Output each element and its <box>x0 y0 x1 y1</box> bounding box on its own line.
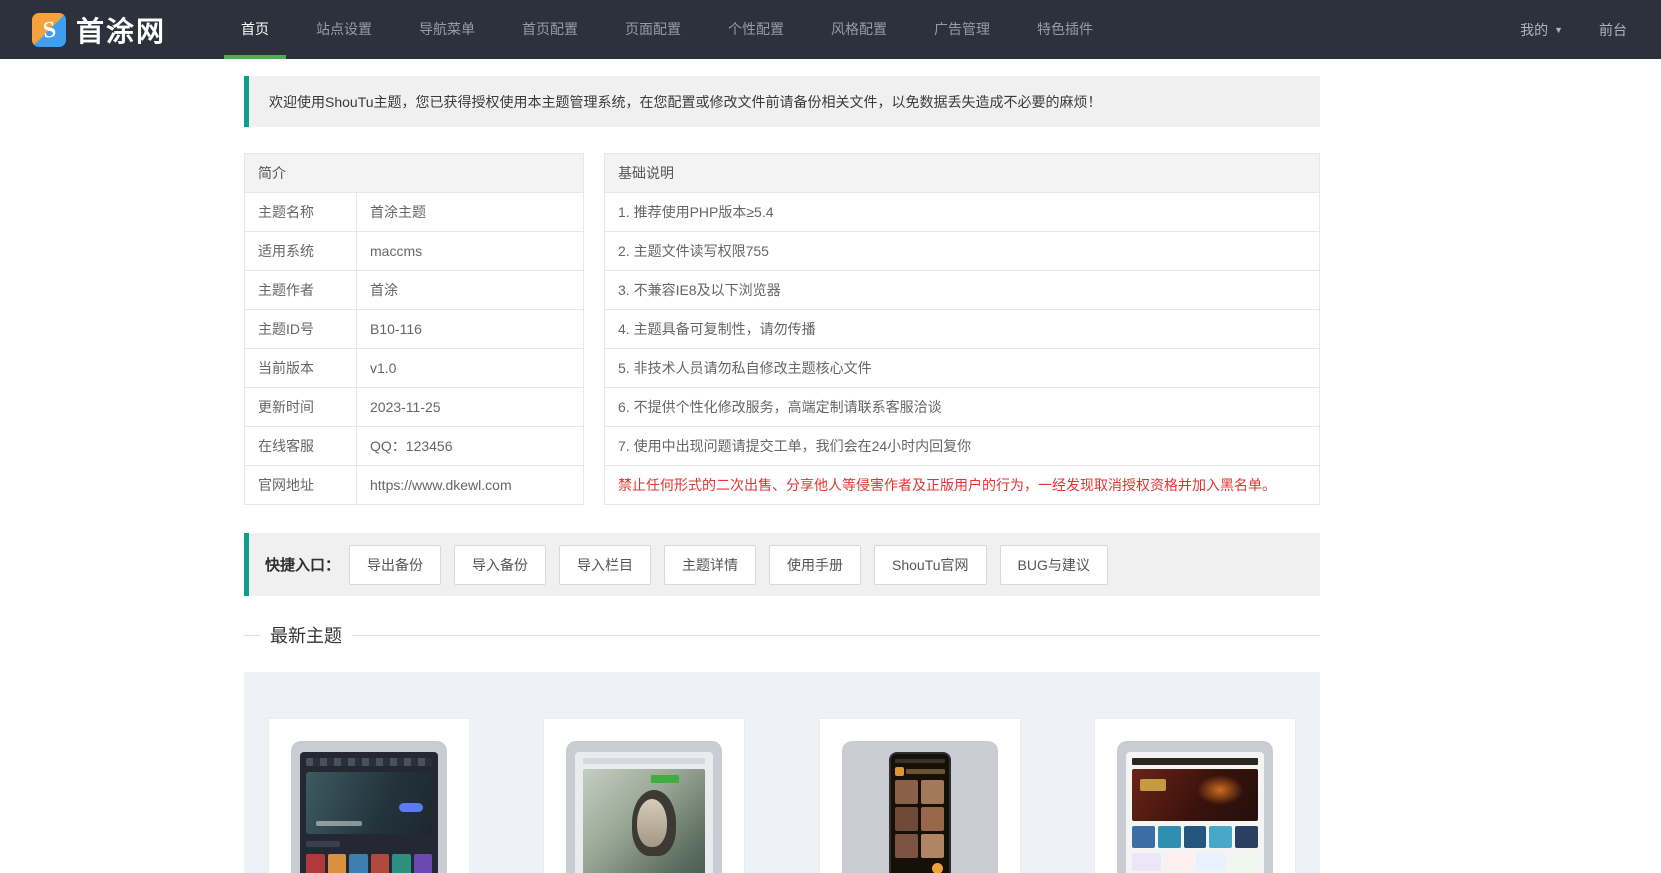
theme-card-1[interactable] <box>268 718 470 873</box>
main-nav: 首页 站点设置 导航菜单 首页配置 页面配置 个性配置 风格配置 广告管理 特色插件 <box>224 0 1123 59</box>
theme-card-3[interactable] <box>818 718 1021 873</box>
notes-table-row: 2. 主题文件读写权限755 <box>604 231 1320 271</box>
latest-themes-panel <box>244 672 1320 873</box>
mobile-app-theme-thumbnail <box>841 741 998 873</box>
theme-card-2[interactable] <box>543 718 746 873</box>
nav-item-3[interactable]: 导航菜单 <box>402 0 492 59</box>
notes-row-text: 2. 主题文件读写权限755 <box>604 231 1320 271</box>
main-content: 欢迎使用ShouTu主题，您已获得授权使用本主题管理系统，在您配置或修改文件前请… <box>244 76 1320 873</box>
latest-themes-title: 最新主题 <box>270 626 342 646</box>
nav-item-2[interactable]: 站点设置 <box>299 0 389 59</box>
notes-table-title: 基础说明 <box>604 153 1320 193</box>
intro-row-value: v1.0 <box>356 348 584 388</box>
intro-table-body: 主题名称 首涂主题 适用系统 maccms 主题作者 首涂 主题ID号 B10-116 当前版本… <box>244 192 584 505</box>
quick-entry-buttons: 导出备份 导入备份 导入栏目 主题详情 使用手册 ShouTu官网 BUG与建议 <box>349 544 1121 585</box>
my-dropdown-label: 我的 <box>1520 21 1549 38</box>
intro-row-value: B10-116 <box>356 309 584 349</box>
intro-row-value: 2023-11-25 <box>356 387 584 427</box>
heading-divider-left <box>244 634 260 636</box>
notes-table-row: 3. 不兼容IE8及以下浏览器 <box>604 270 1320 310</box>
notes-warning-row: 禁止任何形式的二次出售、分享他人等侵害作者及正版用户的行为，一经发现取消授权资格… <box>604 465 1320 505</box>
notes-table: 基础说明 1. 推荐使用PHP版本≥5.4 2. 主题文件读写权限755 3. 不兼… <box>604 153 1320 505</box>
notes-table-row: 1. 推荐使用PHP版本≥5.4 <box>604 192 1320 232</box>
nav-item-6[interactable]: 个性配置 <box>711 0 801 59</box>
notes-row-text: 3. 不兼容IE8及以下浏览器 <box>604 270 1320 310</box>
intro-table-row: 主题ID号 B10-116 <box>244 309 584 349</box>
video-player-theme-thumbnail <box>566 741 723 873</box>
logo-text: 首涂网 <box>76 16 167 48</box>
navbar: S 首涂网 首页 站点设置 导航菜单 首页配置 页面配置 个性配置 风格配置 广告管理 特色插件… <box>0 0 1661 59</box>
nav-item-9[interactable]: 特色插件 <box>1020 0 1110 59</box>
quick-entry-bar: 快捷入口： 导出备份 导入备份 导入栏目 主题详情 使用手册 ShouTu官网 BUG与建议 <box>244 533 1320 596</box>
chevron-down-icon: ▼ <box>1554 24 1563 35</box>
logo[interactable]: S 首涂网 <box>32 10 166 50</box>
intro-table-title: 简介 <box>244 153 584 193</box>
notes-row-text: 6. 不提供个性化修改服务，高端定制请联系客服洽谈 <box>604 387 1320 427</box>
notes-row-text: 5. 非技术人员请勿私自修改主题核心文件 <box>604 348 1320 388</box>
intro-row-value: 首涂主题 <box>356 192 584 232</box>
notes-table-row: 4. 主题具备可复制性，请勿传播 <box>604 309 1320 349</box>
intro-table-row: 在线客服 QQ：123456 <box>244 426 584 466</box>
quick-entry-label: 快捷入口： <box>265 557 341 574</box>
nav-item-8[interactable]: 广告管理 <box>917 0 1007 59</box>
intro-row-value: QQ：123456 <box>356 426 584 466</box>
intro-row-value: maccms <box>356 231 584 271</box>
intro-row-label: 主题ID号 <box>244 309 357 349</box>
intro-table-row: 官网地址 https://www.dkewl.com <box>244 465 584 505</box>
notes-warning-text: 禁止任何形式的二次出售、分享他人等侵害作者及正版用户的行为，一经发现取消授权资格… <box>604 465 1320 505</box>
latest-themes-heading: 最新主题 <box>244 620 1320 650</box>
notes-row-text: 4. 主题具备可复制性，请勿传播 <box>604 309 1320 349</box>
brand-s-icon: S <box>32 12 66 47</box>
intro-row-label: 适用系统 <box>244 231 357 271</box>
game-portal-theme-thumbnail <box>1116 741 1273 873</box>
navbar-right: 我的 ▼ 前台 <box>1520 20 1627 40</box>
nav-item-7[interactable]: 风格配置 <box>814 0 904 59</box>
info-tables: 简介 主题名称 首涂主题 适用系统 maccms 主题作者 首涂 主题ID号 B10-116 当… <box>244 153 1320 505</box>
quick-entry-button-6[interactable]: ShouTu官网 <box>874 544 987 585</box>
intro-row-label: 当前版本 <box>244 348 357 388</box>
quick-entry-button-5[interactable]: 使用手册 <box>769 544 862 585</box>
welcome-alert: 欢迎使用ShouTu主题，您已获得授权使用本主题管理系统，在您配置或修改文件前请… <box>244 76 1320 127</box>
welcome-alert-text: 欢迎使用ShouTu主题，您已获得授权使用本主题管理系统，在您配置或修改文件前请… <box>269 93 1102 110</box>
intro-table-row: 主题作者 首涂 <box>244 270 584 310</box>
intro-row-label: 主题名称 <box>244 192 357 232</box>
intro-row-label: 主题作者 <box>244 270 357 310</box>
notes-table-body: 1. 推荐使用PHP版本≥5.4 2. 主题文件读写权限755 3. 不兼容IE8及… <box>604 192 1320 505</box>
quick-entry-button-1[interactable]: 导出备份 <box>349 544 442 585</box>
intro-row-label: 更新时间 <box>244 387 357 427</box>
my-dropdown[interactable]: 我的 ▼ <box>1520 20 1563 40</box>
quick-entry-button-2[interactable]: 导入备份 <box>454 544 547 585</box>
notes-table-row: 6. 不提供个性化修改服务，高端定制请联系客服洽谈 <box>604 387 1320 427</box>
notes-row-text: 1. 推荐使用PHP版本≥5.4 <box>604 192 1320 232</box>
intro-row-value: https://www.dkewl.com <box>356 465 584 505</box>
heading-divider-right <box>352 634 1320 636</box>
notes-row-text: 7. 使用中出现问题请提交工单，我们会在24小时内回复你 <box>604 426 1320 466</box>
intro-table-row: 主题名称 首涂主题 <box>244 192 584 232</box>
intro-row-value: 首涂 <box>356 270 584 310</box>
dark-movie-desktop-theme-thumbnail <box>291 741 447 873</box>
quick-entry-button-3[interactable]: 导入栏目 <box>559 544 652 585</box>
intro-table-row: 当前版本 v1.0 <box>244 348 584 388</box>
nav-item-5[interactable]: 页面配置 <box>608 0 698 59</box>
intro-table-row: 适用系统 maccms <box>244 231 584 271</box>
frontend-link[interactable]: 前台 <box>1599 20 1627 40</box>
nav-item-4[interactable]: 首页配置 <box>505 0 595 59</box>
quick-entry-button-7[interactable]: BUG与建议 <box>999 544 1108 585</box>
intro-row-label: 在线客服 <box>244 426 357 466</box>
nav-item-1[interactable]: 首页 <box>224 0 287 59</box>
notes-table-row: 7. 使用中出现问题请提交工单，我们会在24小时内回复你 <box>604 426 1320 466</box>
intro-table: 简介 主题名称 首涂主题 适用系统 maccms 主题作者 首涂 主题ID号 B10-116 当… <box>244 153 584 505</box>
notes-table-row: 5. 非技术人员请勿私自修改主题核心文件 <box>604 348 1320 388</box>
intro-row-label: 官网地址 <box>244 465 357 505</box>
quick-entry-button-4[interactable]: 主题详情 <box>664 544 757 585</box>
theme-card-4[interactable] <box>1093 718 1296 873</box>
intro-table-row: 更新时间 2023-11-25 <box>244 387 584 427</box>
